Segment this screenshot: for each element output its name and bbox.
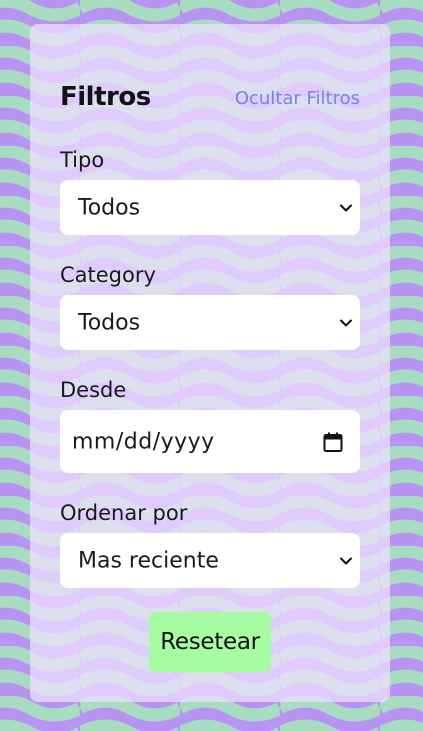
category-select-value: Todos [78, 310, 141, 335]
chevron-down-icon [340, 319, 352, 326]
chevron-down-icon [340, 204, 352, 211]
ordenar-select[interactable]: Mas reciente [60, 533, 360, 588]
desde-date-input[interactable]: mm/dd/yyyy [60, 410, 360, 473]
ordenar-label: Ordenar por [60, 501, 188, 525]
category-select[interactable]: Todos [60, 295, 360, 350]
desde-date-placeholder: mm/dd/yyyy [72, 429, 215, 454]
category-label: Category [60, 263, 156, 287]
reset-button[interactable]: Resetear [149, 612, 271, 672]
filters-header: Filtros Ocultar Filtros [60, 82, 360, 116]
ordenar-select-value: Mas reciente [78, 548, 219, 573]
tipo-select-value: Todos [78, 195, 141, 220]
tipo-label: Tipo [60, 148, 105, 172]
hide-filters-link[interactable]: Ocultar Filtros [235, 88, 360, 109]
desde-label: Desde [60, 378, 127, 402]
calendar-icon[interactable] [322, 431, 344, 453]
chevron-down-icon [340, 557, 352, 564]
tipo-select[interactable]: Todos [60, 180, 360, 235]
filters-title: Filtros [60, 82, 151, 112]
filters-panel: Filtros Ocultar Filtros Tipo Todos Categ… [30, 24, 390, 702]
